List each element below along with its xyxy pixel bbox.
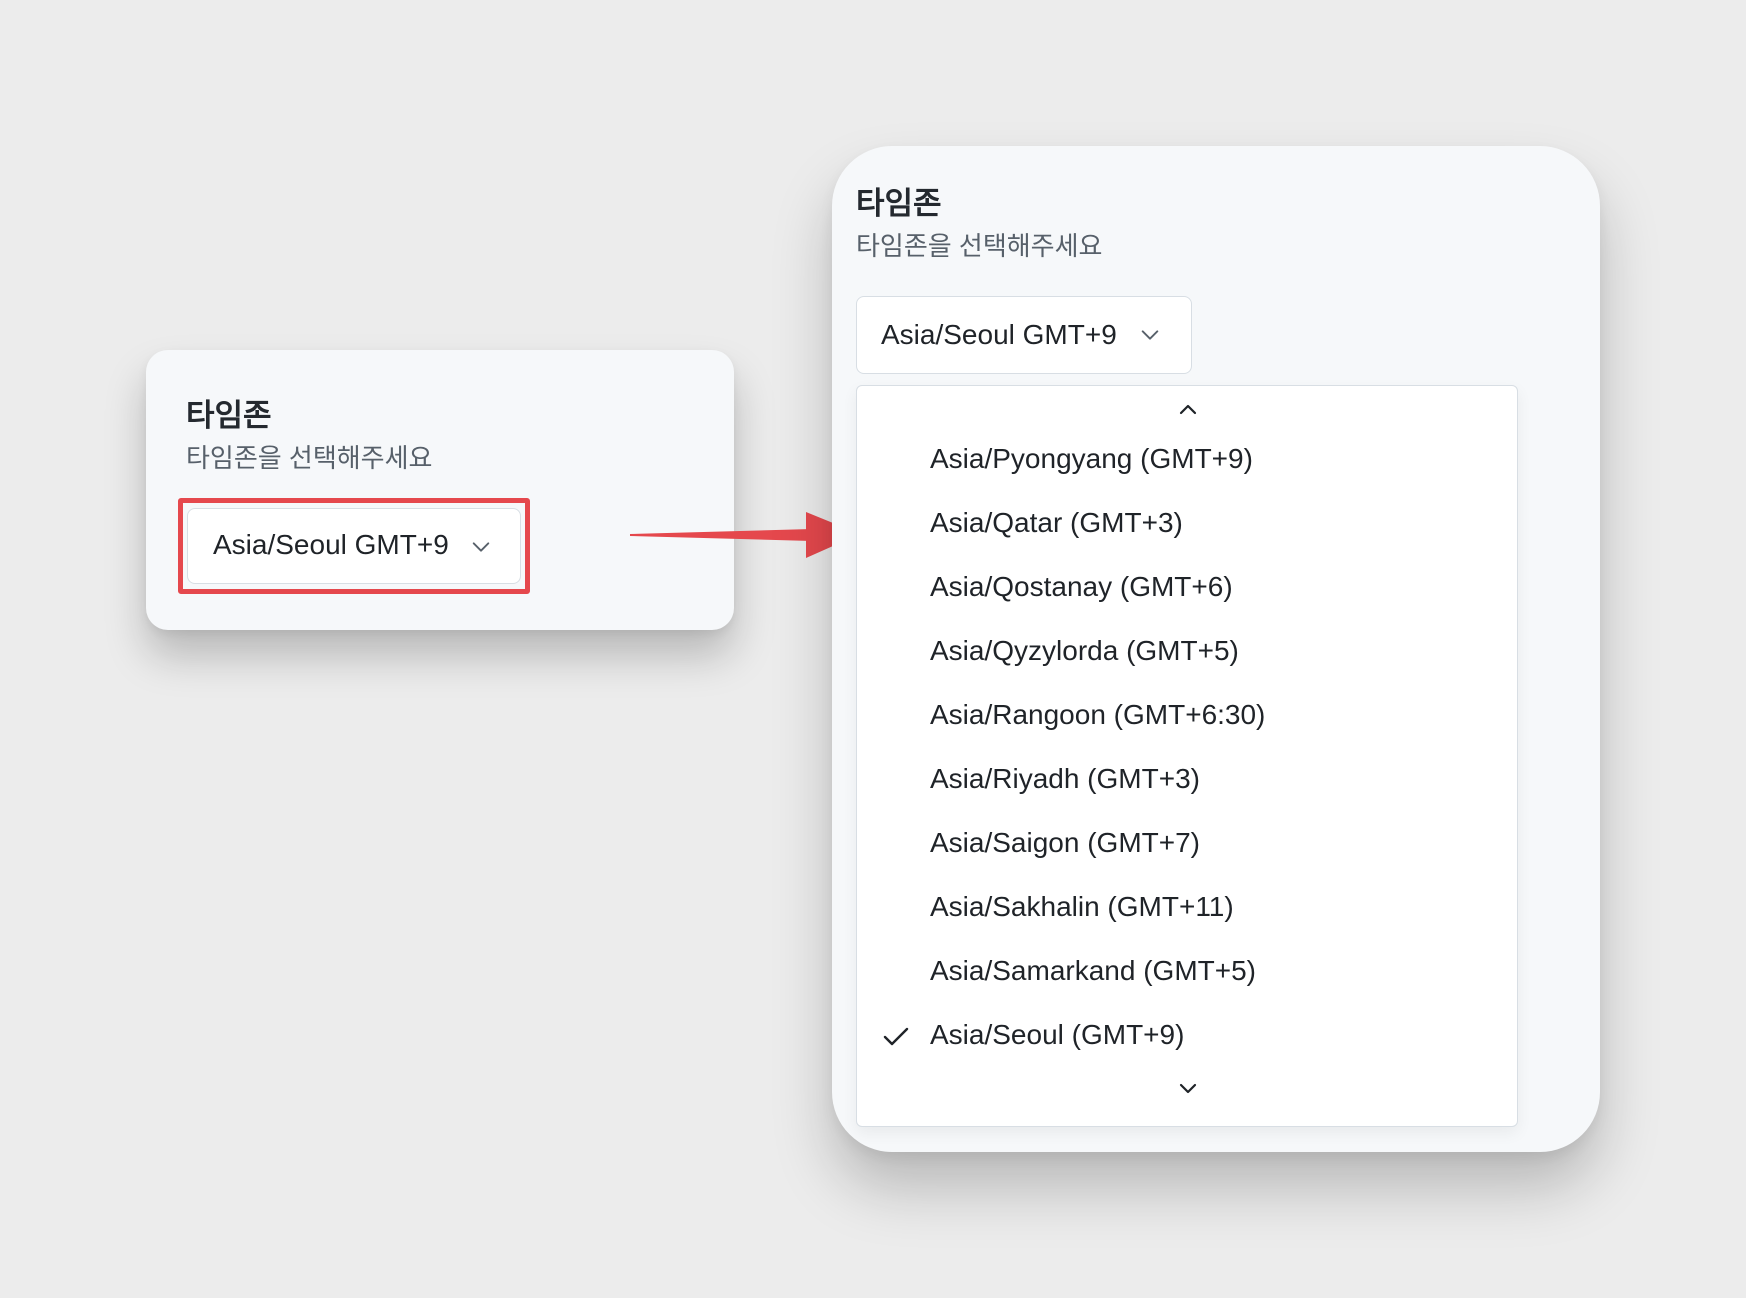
timezone-card-expanded: 타임존 타임존을 선택해주세요 Asia/Seoul GMT+9 Asia/Py…	[832, 146, 1600, 1152]
option-label: Asia/Qostanay (GMT+6)	[930, 571, 1233, 602]
card-title: 타임존	[186, 398, 272, 433]
dropdown-option[interactable]: Asia/Qatar (GMT+3)	[857, 494, 1517, 554]
option-label: Asia/Qatar (GMT+3)	[930, 507, 1183, 538]
dropdown-option[interactable]: Asia/Rangoon (GMT+6:30)	[857, 686, 1517, 746]
timezone-card-collapsed: 타임존 타임존을 선택해주세요 Asia/Seoul GMT+9	[146, 350, 734, 630]
option-label: Asia/Sakhalin (GMT+11)	[930, 891, 1234, 922]
checkmark-icon	[883, 1027, 909, 1046]
option-label: Asia/Seoul (GMT+9)	[930, 1019, 1185, 1050]
option-label: Asia/Riyadh (GMT+3)	[930, 763, 1200, 794]
dropdown-option[interactable]: Asia/Sakhalin (GMT+11)	[857, 878, 1517, 938]
timezone-select-value: Asia/Seoul GMT+9	[213, 529, 449, 560]
dropdown-option[interactable]: Asia/Riyadh (GMT+3)	[857, 750, 1517, 810]
stage: 타임존 타임존을 선택해주세요 Asia/Seoul GMT+9 타임존 타임존…	[0, 0, 1746, 1298]
option-label: Asia/Saigon (GMT+7)	[930, 827, 1200, 858]
dropdown-option[interactable]: Asia/Qyzylorda (GMT+5)	[857, 622, 1517, 682]
dropdown-option[interactable]: Asia/Samarkand (GMT+5)	[857, 942, 1517, 1002]
dropdown-option[interactable]: Asia/Saigon (GMT+7)	[857, 814, 1517, 874]
chevron-down-icon[interactable]	[1176, 1076, 1200, 1100]
card-title: 타임존	[856, 186, 942, 221]
timezone-select-value: Asia/Seoul GMT+9	[881, 319, 1117, 350]
option-label: Asia/Pyongyang (GMT+9)	[930, 443, 1253, 474]
option-label: Asia/Rangoon (GMT+6:30)	[930, 699, 1266, 730]
card-subtitle: 타임존을 선택해주세요	[186, 443, 433, 473]
timezone-select[interactable]: Asia/Seoul GMT+9	[187, 508, 521, 584]
timezone-dropdown-list[interactable]: Asia/Pyongyang (GMT+9) Asia/Qatar (GMT+3…	[856, 385, 1518, 1127]
chevron-down-icon	[1141, 330, 1159, 340]
dropdown-option[interactable]: Asia/Pyongyang (GMT+9)	[857, 430, 1517, 490]
option-label: Asia/Samarkand (GMT+5)	[930, 955, 1256, 986]
dropdown-option[interactable]: Asia/Qostanay (GMT+6)	[857, 558, 1517, 618]
dropdown-option-selected[interactable]: Asia/Seoul (GMT+9)	[857, 1006, 1517, 1066]
chevron-down-icon	[472, 542, 490, 552]
chevron-up-icon[interactable]	[1176, 398, 1200, 422]
option-label: Asia/Qyzylorda (GMT+5)	[930, 635, 1239, 666]
card-subtitle: 타임존을 선택해주세요	[856, 231, 1103, 261]
arrow-right-icon	[630, 512, 860, 558]
timezone-select[interactable]: Asia/Seoul GMT+9	[856, 296, 1192, 374]
